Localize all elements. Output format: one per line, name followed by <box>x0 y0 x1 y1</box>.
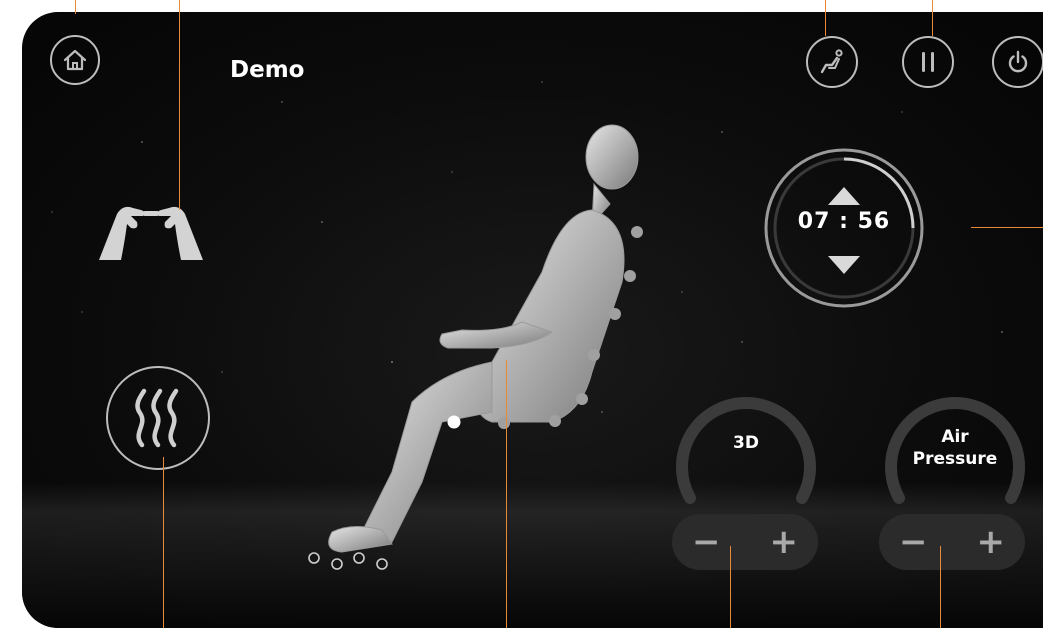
3d-plus-button[interactable]: + <box>770 525 799 559</box>
triangle-down-icon[interactable] <box>826 254 862 276</box>
recline-chair-icon <box>820 49 843 74</box>
air-pressure-label-line2: Pressure <box>912 449 998 469</box>
guide-line-hands <box>179 0 180 210</box>
massage-chair-screen: Demo 07: 56 3D − + Air Pressure − + <box>22 12 1043 628</box>
power-button[interactable] <box>992 36 1043 88</box>
heat-icon <box>135 388 179 448</box>
home-icon <box>63 49 87 71</box>
3d-stepper: − + <box>672 514 818 570</box>
3d-gauge: 3D <box>666 368 826 508</box>
triangle-up-icon[interactable] <box>826 185 862 207</box>
guide-line-air <box>940 546 941 628</box>
air-pressure-label-line1: Air <box>941 427 969 447</box>
active-node <box>447 415 461 429</box>
heat-button[interactable] <box>106 366 210 470</box>
guide-line-recline <box>825 0 826 36</box>
home-button[interactable] <box>50 35 100 85</box>
power-icon <box>1008 50 1028 73</box>
guide-line-heat <box>163 457 164 628</box>
guide-line-timer <box>971 227 1043 228</box>
guide-line-home <box>75 0 76 14</box>
3d-label: 3D <box>733 433 759 453</box>
air-pressure-stepper: − + <box>879 514 1025 570</box>
timer-dial: 07 : 56 <box>763 147 925 309</box>
3d-minus-button[interactable]: − <box>692 525 721 559</box>
massage-track <box>447 226 643 429</box>
air-pressure-label: Air Pressure <box>875 426 1035 470</box>
timer-hours: 07 <box>797 209 831 234</box>
guide-line-3d <box>730 546 731 628</box>
foot-nodes <box>308 552 388 570</box>
guide-line-pause <box>932 0 933 36</box>
air-pressure-minus-button[interactable]: − <box>899 525 928 559</box>
page-title: Demo <box>230 57 305 83</box>
guide-line-figure <box>506 360 507 628</box>
recline-button[interactable] <box>806 36 858 88</box>
pause-icon <box>922 52 934 72</box>
air-pressure-gauge: Air Pressure <box>875 368 1035 508</box>
air-pressure-plus-button[interactable]: + <box>977 525 1006 559</box>
timer-readout: 07 : 56 <box>763 209 925 234</box>
timer-minutes: 56 <box>857 209 891 234</box>
kneading-hands-icon[interactable] <box>97 200 205 262</box>
pause-button[interactable] <box>902 36 954 88</box>
timer-separator: : <box>839 209 849 234</box>
